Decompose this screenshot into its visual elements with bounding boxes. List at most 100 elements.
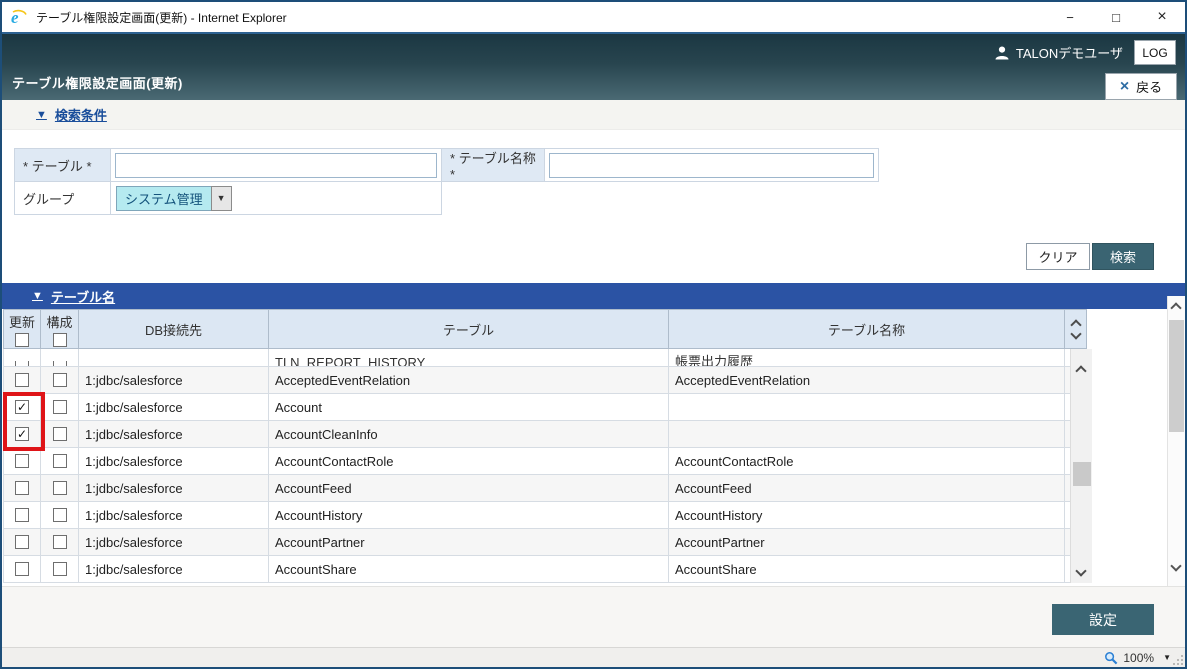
config-checkbox[interactable] <box>53 481 67 495</box>
table-cell: AccountShare <box>269 556 669 583</box>
table-cell: AccountPartner <box>269 529 669 556</box>
group-dropdown[interactable]: システム管理 ▼ <box>116 186 232 211</box>
app-header: TALONデモユーザ LOG × 戻る テーブル権限設定画面(更新) <box>2 32 1185 100</box>
db-cell: 1:jdbc/salesforce <box>79 529 269 556</box>
back-close-icon: × <box>1120 79 1129 95</box>
db-cell: 1:jdbc/salesforce <box>79 448 269 475</box>
db-cell: 1:jdbc/salesforce <box>79 367 269 394</box>
table-row: ✓ 1:jdbc/salesforce AccountCleanInfo <box>3 421 1092 448</box>
db-cell: 1:jdbc/salesforce <box>79 394 269 421</box>
window-scrollbar[interactable] <box>1167 296 1185 586</box>
name-cell: AccountHistory <box>669 502 1065 529</box>
name-cell: AccountFeed <box>669 475 1065 502</box>
table-row: 1:jdbc/salesforce AcceptedEventRelation … <box>3 367 1092 394</box>
table-header-row: 更新 構成 DB接続先 テーブル テーブル名称 <box>3 309 1092 349</box>
select-all-config-checkbox[interactable] <box>53 333 67 347</box>
pager-cell <box>1065 309 1087 349</box>
table-scrollbar[interactable] <box>1070 349 1092 583</box>
window-scroll-down-icon[interactable] <box>1170 560 1181 571</box>
db-cell: 1:jdbc/salesforce <box>79 475 269 502</box>
table-body: TLN_REPORT_HISTORY 帳票出力履歴 1:jdbc/salesfo… <box>3 349 1092 583</box>
update-checkbox[interactable] <box>15 373 29 387</box>
config-checkbox[interactable] <box>53 373 67 387</box>
window-controls: − □ × <box>1047 2 1185 32</box>
update-checkbox[interactable] <box>15 508 29 522</box>
table-scrollbar-thumb[interactable] <box>1073 462 1091 486</box>
dropdown-arrow-icon[interactable]: ▼ <box>211 186 232 211</box>
maximize-button[interactable]: □ <box>1093 2 1139 32</box>
table-name-input[interactable] <box>549 153 874 178</box>
search-condition-toggle[interactable]: ▼ 検索条件 <box>36 105 107 124</box>
update-checkbox[interactable] <box>15 562 29 576</box>
back-button-label: 戻る <box>1136 77 1162 96</box>
search-button[interactable]: 検索 <box>1092 243 1154 270</box>
title-bar: e テーブル権限設定画面(更新) - Internet Explorer − □… <box>2 2 1185 32</box>
minimize-button[interactable]: − <box>1047 2 1093 32</box>
name-cell <box>669 394 1065 421</box>
config-checkbox[interactable] <box>53 535 67 549</box>
name-cell: AccountShare <box>669 556 1065 583</box>
update-checkbox[interactable]: ✓ <box>15 400 29 414</box>
search-form: * テーブル * * テーブル名称 * グループ システム管理 ▼ クリア 検索 <box>2 130 1185 283</box>
search-condition-label: 検索条件 <box>55 105 107 124</box>
group-field-cell: システム管理 ▼ <box>110 181 442 215</box>
user-area: TALONデモユーザ <box>994 43 1123 62</box>
back-button[interactable]: × 戻る <box>1105 73 1177 100</box>
table-cell: TLN_REPORT_HISTORY <box>269 349 669 367</box>
table-row-clipped: TLN_REPORT_HISTORY 帳票出力履歴 <box>3 349 1092 367</box>
table-row: 1:jdbc/salesforce AccountHistory Account… <box>3 502 1092 529</box>
table-row: 1:jdbc/salesforce AccountFeed AccountFee… <box>3 475 1092 502</box>
table-name-toggle[interactable]: ▼ テーブル名 <box>32 287 115 306</box>
table-field-label: * テーブル * <box>14 148 111 182</box>
page-down-icon[interactable] <box>1070 328 1081 339</box>
table-name-section-label: テーブル名 <box>51 287 115 306</box>
user-icon <box>994 45 1010 61</box>
search-condition-bar: ▼ 検索条件 <box>2 100 1185 130</box>
table-row: ✓ 1:jdbc/salesforce Account <box>3 394 1092 421</box>
config-checkbox[interactable] <box>53 427 67 441</box>
table-row: 1:jdbc/salesforce AccountShare AccountSh… <box>3 556 1092 583</box>
log-button[interactable]: LOG <box>1134 40 1176 65</box>
table-name-field-label: * テーブル名称 * <box>441 148 545 182</box>
select-all-update-checkbox[interactable] <box>15 333 29 347</box>
window-scroll-up-icon[interactable] <box>1170 302 1181 313</box>
window-title: テーブル権限設定画面(更新) - Internet Explorer <box>36 9 287 26</box>
db-cell: 1:jdbc/salesforce <box>79 556 269 583</box>
name-cell: 帳票出力履歴 <box>669 349 1065 367</box>
db-cell <box>79 349 269 367</box>
update-checkbox[interactable] <box>15 481 29 495</box>
settings-button[interactable]: 設定 <box>1052 604 1154 635</box>
update-checkbox[interactable] <box>15 454 29 468</box>
config-checkbox[interactable] <box>53 454 67 468</box>
window-scrollbar-thumb[interactable] <box>1169 320 1184 432</box>
clear-button[interactable]: クリア <box>1026 243 1090 270</box>
table-name-section-bar: ▼ テーブル名 <box>2 283 1185 309</box>
zoom-control[interactable]: 100% ▼ <box>1104 651 1171 665</box>
scroll-down-icon[interactable] <box>1075 565 1086 576</box>
scroll-up-icon[interactable] <box>1075 365 1086 376</box>
column-header-name: テーブル名称 <box>669 309 1065 349</box>
column-header-update: 更新 <box>3 309 41 349</box>
name-cell <box>669 421 1065 448</box>
table-cell: AccountContactRole <box>269 448 669 475</box>
resize-grip[interactable] <box>1171 653 1183 665</box>
table-field-cell <box>110 148 442 182</box>
table-name-field-cell <box>544 148 879 182</box>
table-cell: AccountHistory <box>269 502 669 529</box>
config-checkbox[interactable] <box>53 562 67 576</box>
table-input[interactable] <box>115 153 437 178</box>
group-field-label: グループ <box>14 181 111 215</box>
name-cell: AccountPartner <box>669 529 1065 556</box>
config-checkbox[interactable] <box>53 508 67 522</box>
name-cell: AcceptedEventRelation <box>669 367 1065 394</box>
column-header-config: 構成 <box>41 309 79 349</box>
permissions-table: 更新 構成 DB接続先 テーブル テーブル名称 TLN_REPORT_HISTO… <box>3 309 1092 583</box>
table-cell: AccountFeed <box>269 475 669 502</box>
column-header-table: テーブル <box>269 309 669 349</box>
close-button[interactable]: × <box>1139 2 1185 32</box>
update-checkbox[interactable]: ✓ <box>15 427 29 441</box>
update-checkbox[interactable] <box>15 535 29 549</box>
user-name: TALONデモユーザ <box>1016 43 1123 62</box>
config-checkbox[interactable] <box>53 400 67 414</box>
status-bar: 100% ▼ <box>2 647 1185 667</box>
